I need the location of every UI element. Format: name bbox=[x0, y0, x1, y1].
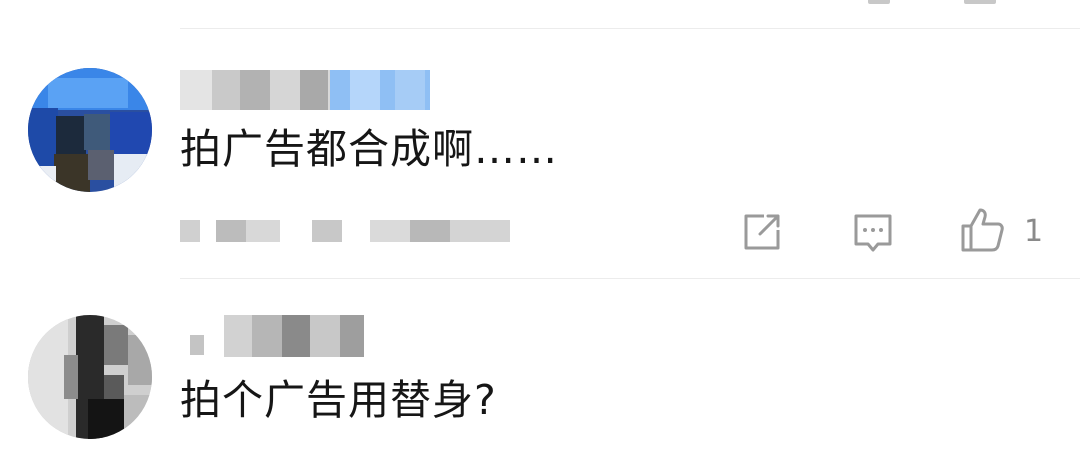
like-button[interactable] bbox=[960, 206, 1006, 254]
partial-icon-top bbox=[868, 0, 890, 4]
comment-list: 拍广告都合成啊…… 1 拍个广告用替身? bbox=[0, 0, 1080, 457]
reply-button[interactable] bbox=[852, 212, 894, 256]
comment-meta-blurred bbox=[180, 220, 510, 242]
like-count: 1 bbox=[1024, 214, 1044, 249]
comment-text: 拍广告都合成啊…… bbox=[180, 125, 558, 173]
username-blurred[interactable] bbox=[180, 70, 430, 110]
comment-item: 拍广告都合成啊…… 1 bbox=[0, 28, 1080, 278]
share-button[interactable] bbox=[742, 212, 782, 252]
partial-icon-top bbox=[964, 0, 996, 4]
share-icon bbox=[744, 214, 780, 250]
avatar[interactable] bbox=[28, 315, 152, 439]
reply-icon bbox=[854, 214, 892, 252]
username-blurred[interactable] bbox=[190, 315, 370, 357]
avatar[interactable] bbox=[28, 68, 152, 192]
comment-item: 拍个广告用替身? bbox=[0, 279, 1080, 457]
comment-text: 拍个广告用替身? bbox=[180, 376, 497, 424]
thumbs-up-icon bbox=[961, 208, 1004, 252]
